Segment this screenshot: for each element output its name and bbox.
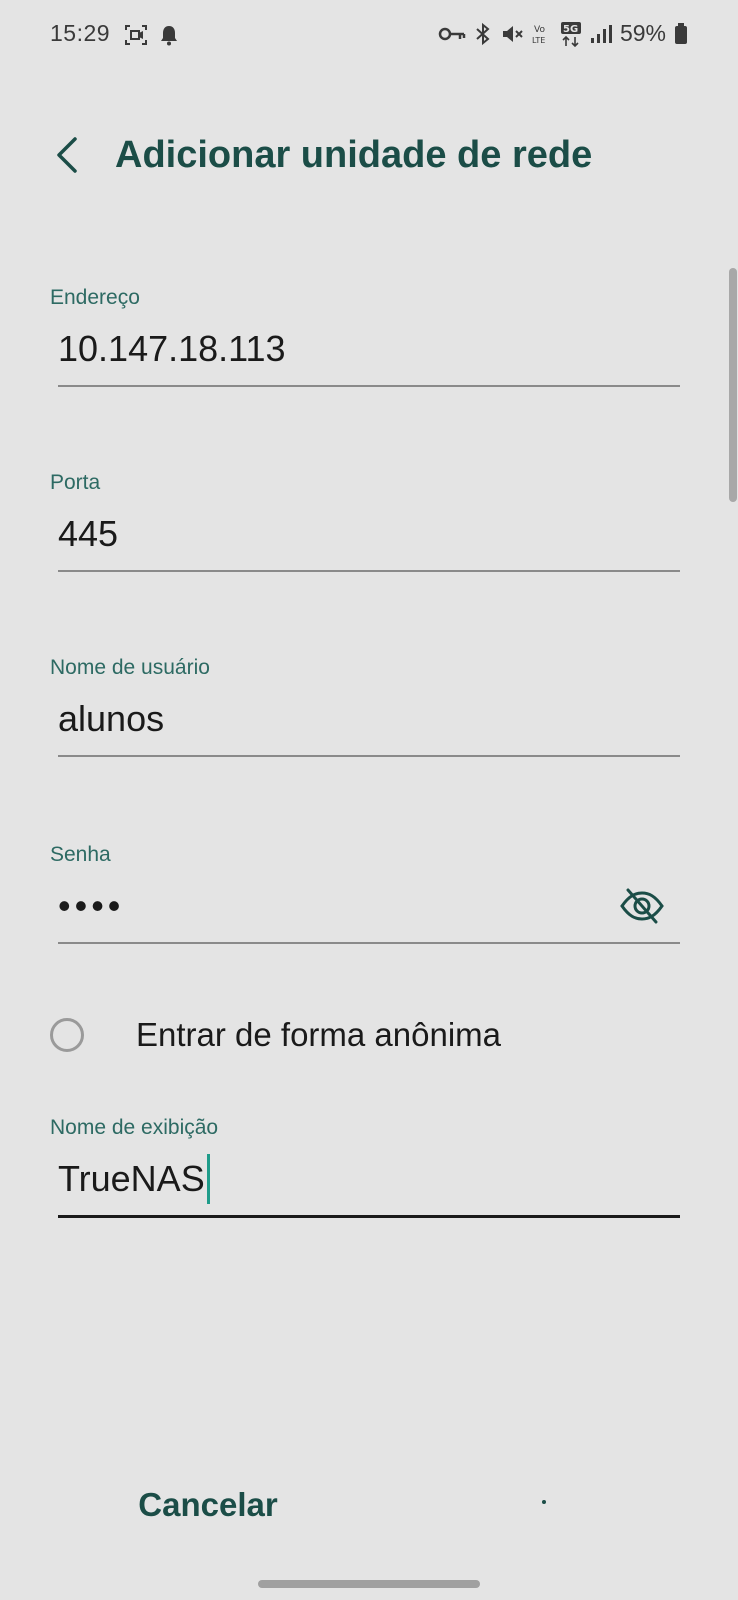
port-input[interactable]: 445 xyxy=(58,498,680,572)
bluetooth-icon xyxy=(476,22,490,45)
back-button[interactable] xyxy=(40,128,94,182)
chevron-left-icon xyxy=(57,137,77,173)
username-input[interactable]: alunos xyxy=(58,683,680,757)
anonymous-login-option[interactable]: Entrar de forma anônima xyxy=(50,1010,680,1060)
svg-text:5G: 5G xyxy=(563,24,578,35)
address-label: Endereço xyxy=(50,286,140,309)
port-label: Porta xyxy=(50,471,101,494)
app-bar: Adicionar unidade de rede xyxy=(0,110,738,200)
password-input[interactable]: •••• xyxy=(58,870,680,944)
username-label: Nome de usuário xyxy=(50,656,210,679)
username-value: alunos xyxy=(58,698,165,739)
address-value: 10.147.18.113 xyxy=(58,328,286,369)
password-field-group: Senha •••• xyxy=(50,840,680,944)
text-cursor xyxy=(206,1154,210,1204)
password-label: Senha xyxy=(50,843,111,866)
display-name-label: Nome de exibição xyxy=(50,1116,219,1139)
anonymous-label: Entrar de forma anônima xyxy=(136,1016,502,1053)
display-name-value: TrueNAS xyxy=(58,1158,205,1199)
eye-off-icon xyxy=(620,888,664,924)
address-input[interactable]: 10.147.18.113 xyxy=(58,313,680,387)
status-right-icons: Vo LTE 5G 59% xyxy=(438,20,688,47)
cancel-button[interactable]: Cancelar xyxy=(118,1470,298,1540)
anonymous-radio[interactable] xyxy=(50,1018,84,1052)
status-left-icons xyxy=(124,24,178,46)
mute-icon xyxy=(502,25,523,42)
battery-icon xyxy=(675,22,687,44)
address-field-group: Endereço 10.147.18.113 xyxy=(50,283,680,387)
port-value: 445 xyxy=(58,513,119,554)
battery-percent: 59% xyxy=(619,20,666,46)
display-name-field-group: Nome de exibição TrueNAS xyxy=(50,1113,680,1218)
signal-icon xyxy=(590,24,612,43)
home-indicator[interactable] xyxy=(258,1580,480,1588)
5g-icon: 5G xyxy=(560,21,581,47)
status-time: 15:29 xyxy=(50,20,111,46)
display-name-input[interactable]: TrueNAS xyxy=(58,1143,680,1218)
port-field-group: Porta 445 xyxy=(50,468,680,572)
volte-icon: Vo LTE xyxy=(532,25,545,45)
scrollbar[interactable] xyxy=(729,268,737,502)
username-field-group: Nome de usuário alunos xyxy=(50,653,680,757)
confirm-button-placeholder[interactable] xyxy=(542,1500,546,1504)
password-visibility-toggle[interactable] xyxy=(618,886,666,926)
notification-bell-icon xyxy=(161,26,177,46)
status-bar: 15:29 Vo LTE 5G 59% xyxy=(0,0,738,72)
page-title: Adicionar unidade de rede xyxy=(115,134,593,176)
password-value: •••• xyxy=(58,885,125,926)
screen-record-icon xyxy=(125,25,147,45)
svg-text:LTE: LTE xyxy=(532,36,545,45)
svg-text:Vo: Vo xyxy=(534,25,545,35)
vpn-key-icon xyxy=(438,27,466,40)
